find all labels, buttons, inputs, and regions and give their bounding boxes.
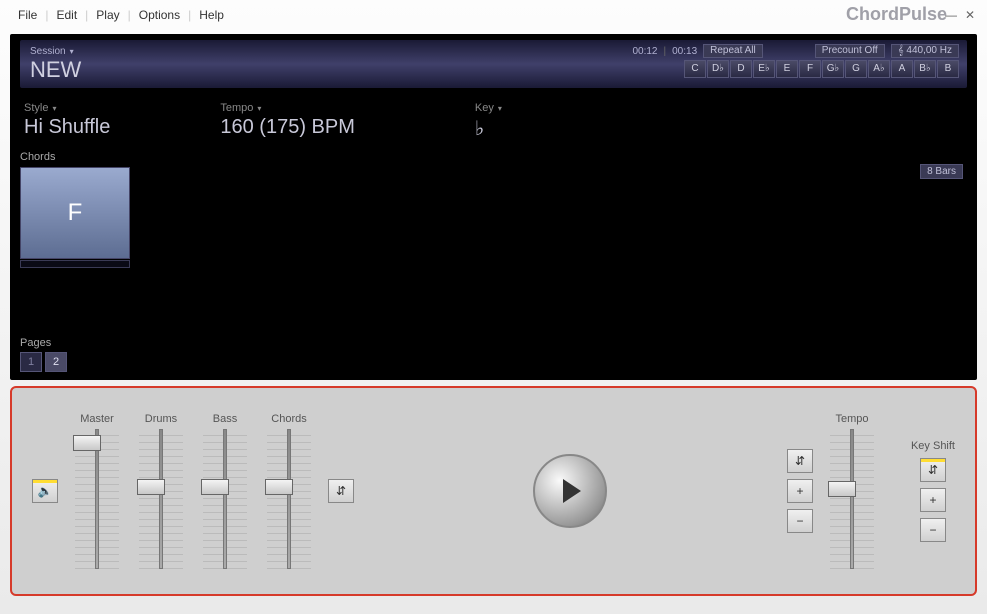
note-button-D[interactable]: D <box>730 60 752 78</box>
reset-icon: ⇵ <box>795 454 805 468</box>
note-button-Gb[interactable]: G♭ <box>822 60 844 78</box>
note-button-Bb[interactable]: B♭ <box>914 60 936 78</box>
session-label[interactable]: Session▾ <box>30 46 81 57</box>
note-button-C[interactable]: C <box>684 60 706 78</box>
chords-label: Chords <box>20 151 967 163</box>
keyshift-minus-button[interactable]: − <box>920 518 946 542</box>
page-button-1[interactable]: 1 <box>20 352 42 372</box>
key-value: ♭ <box>475 116 502 141</box>
fader-bass[interactable] <box>201 479 229 495</box>
tempo-reset-button[interactable]: ⇵ <box>787 449 813 473</box>
app-window: File| Edit| Play| Options| Help ChordPul… <box>0 0 987 614</box>
play-icon <box>563 479 581 503</box>
fader-master[interactable] <box>73 435 101 451</box>
session-header: Session▾ NEW 00:12| 00:13 Repeat All Pre… <box>20 40 967 88</box>
tempo-label[interactable]: Tempo▾ <box>220 102 355 114</box>
time-elapsed: 00:12 <box>632 46 657 57</box>
minimize-icon[interactable]: — <box>945 8 957 22</box>
chevron-down-icon: ▾ <box>70 47 74 56</box>
note-button-F[interactable]: F <box>799 60 821 78</box>
session-name: NEW <box>30 57 81 83</box>
note-button-E[interactable]: E <box>776 60 798 78</box>
keyshift-plus-button[interactable]: + <box>920 488 946 512</box>
fader-label-master: Master <box>80 413 114 425</box>
tempo-fader[interactable] <box>828 481 856 497</box>
close-icon[interactable]: ✕ <box>965 8 975 22</box>
chord-timeline[interactable] <box>20 260 130 268</box>
menu-options[interactable]: Options <box>133 6 186 24</box>
pages-label: Pages <box>20 337 67 349</box>
key-selector-row: CD♭DE♭EFG♭GA♭AB♭B <box>684 60 959 78</box>
repeat-mode-button[interactable]: Repeat All <box>703 44 763 58</box>
play-button[interactable] <box>533 454 607 528</box>
mute-button[interactable]: 🔈 <box>32 479 58 503</box>
pages-area: Pages 12 <box>20 337 67 372</box>
tempo-plus-button[interactable]: + <box>787 479 813 503</box>
key-label[interactable]: Key▾ <box>475 102 502 114</box>
tempo-value: 160 (175) BPM <box>220 116 355 139</box>
chevron-down-icon: ▾ <box>498 104 502 113</box>
note-button-Eb[interactable]: E♭ <box>753 60 775 78</box>
note-button-G[interactable]: G <box>845 60 867 78</box>
fader-label-drums: Drums <box>145 413 177 425</box>
chord-tile[interactable]: F <box>20 167 130 259</box>
fader-chords[interactable] <box>265 479 293 495</box>
tuning-fork-icon: 𝄞 <box>898 45 904 56</box>
style-value: Hi Shuffle <box>24 116 110 139</box>
style-label[interactable]: Style▾ <box>24 102 110 114</box>
tuning-button[interactable]: 𝄞 440,00 Hz <box>891 44 959 58</box>
tempo-fader-label: Tempo <box>835 413 868 425</box>
note-button-B[interactable]: B <box>937 60 959 78</box>
bars-badge[interactable]: 8 Bars <box>920 164 963 179</box>
editor-panel: Session▾ NEW 00:12| 00:13 Repeat All Pre… <box>10 34 977 380</box>
menu-edit[interactable]: Edit <box>50 6 83 24</box>
precount-button[interactable]: Precount Off <box>815 44 885 58</box>
page-button-2[interactable]: 2 <box>45 352 67 372</box>
menu-bar: File| Edit| Play| Options| Help ChordPul… <box>0 0 987 30</box>
menu-play[interactable]: Play <box>90 6 125 24</box>
chevron-down-icon: ▾ <box>257 104 261 113</box>
note-button-Db[interactable]: D♭ <box>707 60 729 78</box>
time-total: 00:13 <box>672 46 697 57</box>
chevron-down-icon: ▾ <box>52 104 56 113</box>
mixer-reset-button[interactable]: ⇵ <box>328 479 354 503</box>
reset-icon: ⇵ <box>928 463 938 477</box>
info-row: Style▾ Hi Shuffle Tempo▾ 160 (175) BPM K… <box>20 96 967 141</box>
keyshift-label: Key Shift <box>911 440 955 452</box>
fader-label-bass: Bass <box>213 413 237 425</box>
menu-file[interactable]: File <box>12 6 43 24</box>
reset-icon: ⇵ <box>336 484 346 498</box>
chords-area: Chords F <box>20 151 967 268</box>
keyshift-reset-button[interactable]: ⇵ <box>920 458 946 482</box>
fader-label-chords: Chords <box>271 413 306 425</box>
speaker-icon: 🔈 <box>38 484 53 498</box>
brand-label: ChordPulse <box>846 4 947 25</box>
note-button-Ab[interactable]: A♭ <box>868 60 890 78</box>
tempo-minus-button[interactable]: − <box>787 509 813 533</box>
fader-drums[interactable] <box>137 479 165 495</box>
note-button-A[interactable]: A <box>891 60 913 78</box>
mixer-panel: 🔈 Master Drums Bass Chords ⇵ ⇵ + − Tempo Ke… <box>10 386 977 596</box>
menu-help[interactable]: Help <box>193 6 230 24</box>
